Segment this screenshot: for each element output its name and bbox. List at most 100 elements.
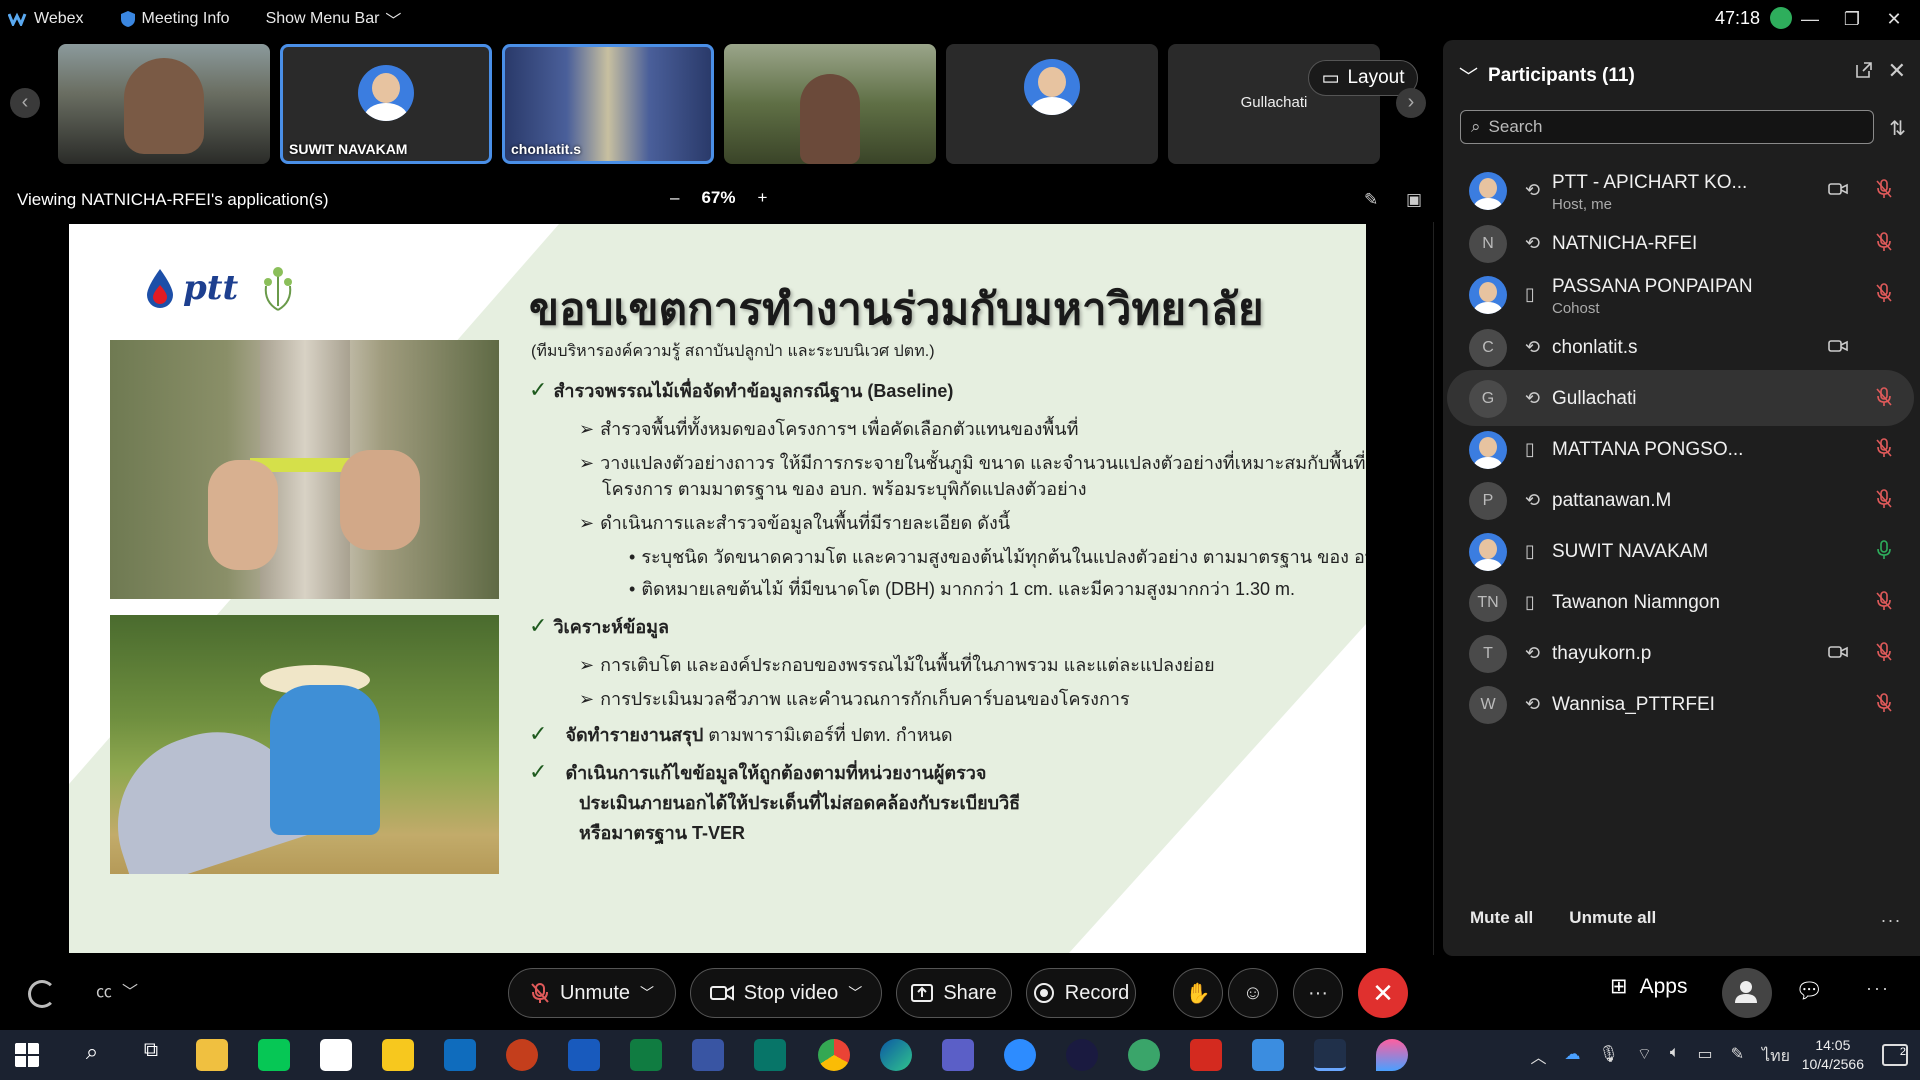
participant-row[interactable]: W ⟲ Wannisa_PTTRFEI: [1447, 676, 1914, 732]
task-view-icon[interactable]: ⧉: [135, 1039, 167, 1071]
zoom-icon[interactable]: [1004, 1039, 1036, 1071]
participant-row[interactable]: C ⟲ chonlatit.s: [1447, 319, 1914, 375]
chat-icon[interactable]: 💬︎: [1795, 978, 1823, 1004]
view-options-icon[interactable]: ▣: [1406, 190, 1422, 210]
photos-icon[interactable]: [1252, 1039, 1284, 1071]
video-tile[interactable]: chonlatit.s: [502, 44, 714, 164]
mic-muted-icon[interactable]: [1874, 282, 1894, 304]
unmute-button[interactable]: Unmute ﹀: [508, 968, 676, 1018]
drop-app-icon[interactable]: [1376, 1039, 1408, 1071]
zoom-in-button[interactable]: +: [758, 188, 768, 208]
mic-muted-icon[interactable]: [1874, 590, 1894, 612]
network-health-icon[interactable]: [1770, 7, 1792, 29]
reactions-button[interactable]: ☺: [1228, 968, 1278, 1018]
powerpoint-icon[interactable]: [506, 1039, 538, 1071]
participants-header[interactable]: ﹀ Participants (11): [1459, 62, 1635, 89]
share-button[interactable]: Share: [896, 968, 1012, 1018]
avatar: [1469, 172, 1507, 210]
windows-start-icon[interactable]: [14, 1042, 40, 1068]
leave-meeting-button[interactable]: ✕: [1358, 968, 1408, 1018]
webex-app-menu[interactable]: Webex: [0, 10, 84, 28]
filmstrip-next-button[interactable]: ›: [1396, 88, 1426, 118]
mic-muted-icon[interactable]: [1874, 178, 1894, 200]
captions-button[interactable]: ㏄ ﹀: [96, 978, 138, 1002]
volume-icon[interactable]: 🔈︎: [1670, 1044, 1680, 1069]
sub-item-continued: โครงการ ตามมาตรฐาน ของ อบก. พร้อมระบุพิก…: [602, 474, 1087, 503]
wifi-icon[interactable]: ⌔: [1637, 1044, 1652, 1069]
search-icon[interactable]: ⌕: [76, 1039, 108, 1071]
check-item-text: วิเคราะห์ข้อมูล: [553, 617, 670, 637]
word-icon[interactable]: [568, 1039, 600, 1071]
participants-toggle-button[interactable]: [1722, 968, 1772, 1018]
notification-center-button[interactable]: 2: [1882, 1044, 1908, 1066]
participant-row[interactable]: ⟲ PTT - APICHART KO... Host, me: [1447, 162, 1914, 218]
raise-hand-button[interactable]: ✋: [1173, 968, 1223, 1018]
pen-icon[interactable]: ✎: [1731, 1044, 1744, 1069]
zoom-out-button[interactable]: –: [670, 188, 679, 208]
mic-muted-icon[interactable]: [1874, 386, 1894, 408]
mic-muted-icon[interactable]: [1874, 692, 1894, 714]
filmstrip-prev-button[interactable]: ‹: [10, 88, 40, 118]
minimize-icon[interactable]: —: [1790, 4, 1830, 34]
participant-search-input[interactable]: ⌕ Search: [1460, 110, 1874, 144]
apps-button[interactable]: ⊞ Apps: [1610, 974, 1687, 999]
mic-muted-icon[interactable]: [1874, 231, 1894, 253]
video-tile[interactable]: SUWIT NAVAKAM: [280, 44, 492, 164]
participant-row[interactable]: N ⟲ NATNICHA-RFEI: [1447, 215, 1914, 271]
unmute-all-button[interactable]: Unmute all: [1569, 908, 1656, 928]
teams-icon[interactable]: [942, 1039, 974, 1071]
mic-muted-icon[interactable]: [1874, 437, 1894, 459]
mic-muted-icon[interactable]: [1874, 641, 1894, 663]
participant-row[interactable]: ▯ PASSANA PONPAIPAN Cohost: [1447, 266, 1914, 322]
taskbar-clock[interactable]: 14:05 10/4/2566: [1802, 1036, 1864, 1074]
excel-icon[interactable]: [630, 1039, 662, 1071]
project-icon[interactable]: [754, 1039, 786, 1071]
mic-muted-icon: [531, 983, 549, 1003]
participant-row[interactable]: ▯ MATTANA PONGSO...: [1447, 421, 1914, 477]
file-explorer-icon[interactable]: [196, 1039, 228, 1071]
meeting-info-button[interactable]: Meeting Info: [120, 10, 230, 28]
more-options-button[interactable]: ···: [1293, 968, 1343, 1018]
document-icon[interactable]: [320, 1039, 352, 1071]
close-icon[interactable]: ✕: [1888, 58, 1906, 84]
acrobat-icon[interactable]: [1190, 1039, 1222, 1071]
tile-name: chonlatit.s: [511, 141, 582, 157]
mute-all-button[interactable]: Mute all: [1470, 908, 1533, 928]
onedrive-icon[interactable]: ☁: [1565, 1044, 1581, 1069]
record-button[interactable]: Record: [1026, 968, 1136, 1018]
annotate-icon[interactable]: ✎: [1364, 190, 1378, 210]
participant-row[interactable]: T ⟲ thayukorn.p: [1447, 625, 1914, 681]
microphone-icon[interactable]: 🎙︎: [1599, 1044, 1619, 1069]
participant-row[interactable]: P ⟲ pattanawan.M: [1447, 472, 1914, 528]
webex-taskbar-icon[interactable]: [1066, 1039, 1098, 1071]
visio-icon[interactable]: [692, 1039, 724, 1071]
battery-icon[interactable]: ▭: [1698, 1044, 1713, 1069]
close-window-icon[interactable]: ✕: [1874, 4, 1914, 34]
mic-muted-icon[interactable]: [1874, 488, 1894, 510]
title-bar: Webex Meeting Info Show Menu Bar ﹀ 47:18…: [0, 0, 1920, 38]
chrome-icon[interactable]: [818, 1039, 850, 1071]
sort-icon[interactable]: ⇅: [1889, 116, 1906, 141]
stop-video-button[interactable]: Stop video ﹀: [690, 968, 882, 1018]
participant-row[interactable]: G ⟲ Gullachati: [1447, 370, 1914, 426]
chevron-up-icon[interactable]: ︿: [1531, 1044, 1547, 1069]
show-menu-bar-button[interactable]: Show Menu Bar ﹀: [266, 7, 402, 31]
power-bi-icon[interactable]: [382, 1039, 414, 1071]
video-tile[interactable]: [724, 44, 936, 164]
edge-icon[interactable]: [880, 1039, 912, 1071]
participant-row[interactable]: TN ▯ Tawanon Niamngon: [1447, 574, 1914, 630]
more-right-button[interactable]: ···: [1866, 978, 1890, 999]
maximize-icon[interactable]: ❐: [1832, 4, 1872, 34]
mic-icon[interactable]: [1874, 539, 1894, 561]
video-tile[interactable]: [946, 44, 1158, 164]
outlook-icon[interactable]: [444, 1039, 476, 1071]
participant-row[interactable]: ▯ SUWIT NAVAKAM: [1447, 523, 1914, 579]
webex-active-icon[interactable]: [1314, 1039, 1346, 1071]
video-tile[interactable]: [58, 44, 270, 164]
panel-more-button[interactable]: ...: [1881, 906, 1902, 927]
globe-app-icon[interactable]: [1128, 1039, 1160, 1071]
popout-icon[interactable]: [1854, 60, 1874, 80]
line-app-icon[interactable]: [258, 1039, 290, 1071]
language-indicator[interactable]: ไทย: [1762, 1044, 1790, 1069]
shared-content-area: ptt ขอบเขตการทำงานร่วมกับมหาวิทยาลัย (ที…: [0, 222, 1434, 955]
